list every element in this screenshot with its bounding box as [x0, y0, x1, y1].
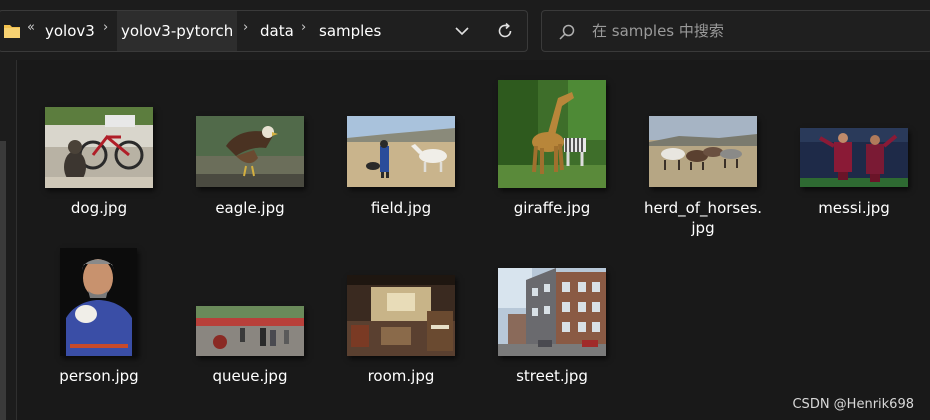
- file-item-giraffe[interactable]: giraffe.jpg: [482, 70, 622, 240]
- field-thumbnail: [347, 116, 455, 187]
- file-name: person.jpg: [59, 367, 139, 385]
- file-name-line-2: jpg: [691, 219, 715, 237]
- breadcrumb-overflow[interactable]: «: [27, 20, 35, 35]
- messi-thumbnail: [800, 128, 908, 187]
- dog-thumbnail: [45, 107, 153, 188]
- breadcrumb-item-yolov3-pytorch[interactable]: yolov3-pytorch: [117, 11, 238, 51]
- file-name: dog.jpg: [70, 199, 128, 217]
- file-item-room[interactable]: room.jpg: [331, 240, 471, 390]
- file-name: eagle.jpg: [215, 199, 285, 217]
- file-item-person[interactable]: person.jpg: [29, 240, 169, 390]
- search-box[interactable]: 在 samples 中搜索: [541, 10, 930, 52]
- person-thumbnail: [60, 248, 137, 356]
- refresh-icon[interactable]: [496, 22, 514, 40]
- breadcrumb-item-samples[interactable]: samples: [315, 11, 385, 51]
- file-item-eagle[interactable]: eagle.jpg: [180, 70, 320, 240]
- chevron-down-icon[interactable]: [454, 23, 470, 39]
- file-item-field[interactable]: field.jpg: [331, 70, 471, 240]
- room-thumbnail: [347, 275, 455, 356]
- street-thumbnail: [498, 268, 606, 356]
- file-item-herd-of-horses[interactable]: herd_of_horses. jpg: [633, 70, 773, 240]
- queue-thumbnail: [196, 306, 304, 356]
- file-item-dog[interactable]: dog.jpg: [29, 70, 169, 240]
- file-name: field.jpg: [370, 199, 432, 217]
- file-item-messi[interactable]: messi.jpg: [784, 70, 924, 240]
- file-item-queue[interactable]: queue.jpg: [180, 240, 320, 390]
- giraffe-thumbnail: [498, 80, 606, 188]
- breadcrumb-item-data[interactable]: data: [256, 11, 298, 51]
- herd-of-horses-thumbnail: [649, 116, 757, 187]
- folder-icon: [4, 25, 20, 38]
- search-input[interactable]: 在 samples 中搜索: [592, 11, 724, 51]
- chevron-right-icon: ›: [301, 20, 307, 35]
- toolbar: « yolov3 › yolov3-pytorch › data › sampl…: [0, 0, 930, 60]
- file-item-street[interactable]: street.jpg: [482, 240, 622, 390]
- file-name: queue.jpg: [212, 367, 288, 385]
- watermark: CSDN @Henrik698: [792, 397, 914, 412]
- file-name: room.jpg: [367, 367, 435, 385]
- file-name-line-1: herd_of_horses.: [643, 199, 763, 217]
- chevron-right-icon: ›: [103, 20, 109, 35]
- file-name: street.jpg: [516, 367, 588, 385]
- search-icon: [559, 24, 575, 40]
- file-name: giraffe.jpg: [513, 199, 591, 217]
- address-bar[interactable]: « yolov3 › yolov3-pytorch › data › sampl…: [0, 10, 528, 52]
- file-name: messi.jpg: [818, 199, 890, 217]
- navigation-scrollbar[interactable]: [0, 141, 6, 420]
- chevron-right-icon: ›: [243, 20, 249, 35]
- breadcrumb-item-yolov3[interactable]: yolov3: [41, 11, 99, 51]
- eagle-thumbnail: [196, 116, 304, 187]
